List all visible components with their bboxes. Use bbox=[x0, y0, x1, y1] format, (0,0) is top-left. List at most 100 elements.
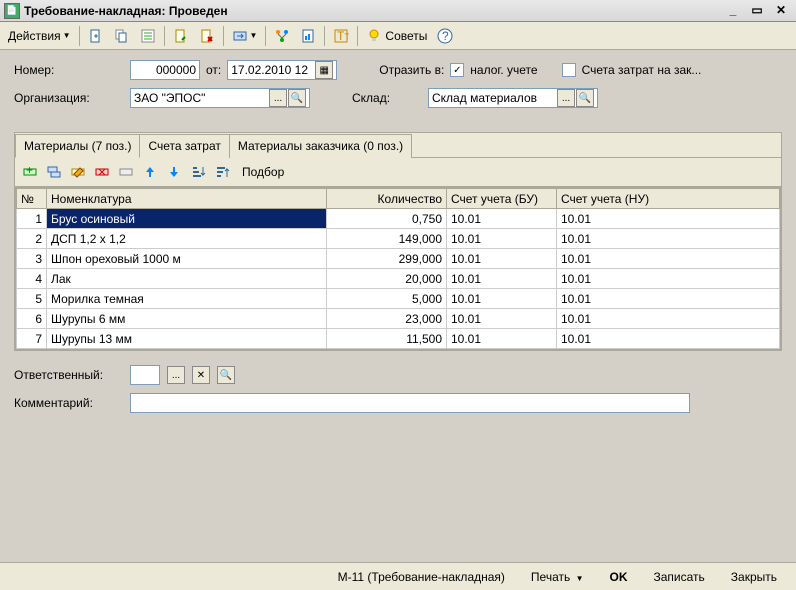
close-button[interactable]: Закрыть bbox=[720, 566, 788, 588]
col-account-nu[interactable]: Счет учета (НУ) bbox=[557, 189, 780, 209]
toolbar-movements-icon[interactable]: ▼ bbox=[228, 25, 262, 47]
print-button[interactable]: Печать ▼ bbox=[520, 566, 595, 588]
move-up-icon[interactable] bbox=[139, 161, 161, 183]
add-row-icon[interactable]: + bbox=[19, 161, 41, 183]
move-down-icon[interactable] bbox=[163, 161, 185, 183]
cell-num[interactable]: 3 bbox=[17, 249, 47, 269]
toolbar-structure-icon[interactable] bbox=[270, 25, 294, 47]
close-button[interactable]: ✕ bbox=[770, 3, 792, 19]
responsible-input[interactable] bbox=[130, 365, 160, 385]
cell-num[interactable]: 1 bbox=[17, 209, 47, 229]
toolbar-new-icon[interactable] bbox=[84, 25, 108, 47]
cell-quantity[interactable]: 0,750 bbox=[327, 209, 447, 229]
ok-button[interactable]: OK bbox=[599, 566, 639, 588]
toolbar-tips-button[interactable]: Советы bbox=[362, 25, 431, 47]
delete-row-icon[interactable] bbox=[91, 161, 113, 183]
podbor-button[interactable]: Подбор bbox=[235, 161, 291, 183]
sort-desc-icon[interactable] bbox=[211, 161, 233, 183]
cell-num[interactable]: 2 bbox=[17, 229, 47, 249]
cell-quantity[interactable]: 149,000 bbox=[327, 229, 447, 249]
edit-row-icon[interactable] bbox=[67, 161, 89, 183]
date-input[interactable]: 17.02.2010 12 ▦ bbox=[227, 60, 337, 80]
m11-button[interactable]: М-11 (Требование-накладная) bbox=[327, 566, 516, 588]
cell-nu[interactable]: 10.01 bbox=[557, 209, 780, 229]
toolbar-post-icon[interactable] bbox=[169, 25, 193, 47]
zatrat-checkbox[interactable] bbox=[562, 63, 576, 77]
cell-bu[interactable]: 10.01 bbox=[447, 309, 557, 329]
save-button[interactable]: Записать bbox=[643, 566, 716, 588]
cell-nu[interactable]: 10.01 bbox=[557, 329, 780, 349]
toolbar-list-icon[interactable] bbox=[136, 25, 160, 47]
cell-bu[interactable]: 10.01 bbox=[447, 249, 557, 269]
search-icon[interactable]: 🔍 bbox=[288, 89, 306, 107]
col-quantity[interactable]: Количество bbox=[327, 189, 447, 209]
finish-edit-icon[interactable] bbox=[115, 161, 137, 183]
cell-bu[interactable]: 10.01 bbox=[447, 289, 557, 309]
cell-num[interactable]: 4 bbox=[17, 269, 47, 289]
col-nomenclature[interactable]: Номенклатура bbox=[47, 189, 327, 209]
cell-nomenclature[interactable]: ДСП 1,2 x 1,2 bbox=[47, 229, 327, 249]
number-input[interactable] bbox=[130, 60, 200, 80]
cell-bu[interactable]: 10.01 bbox=[447, 329, 557, 349]
copy-row-icon[interactable] bbox=[43, 161, 65, 183]
select-icon[interactable]: ... bbox=[557, 89, 575, 107]
cell-nomenclature[interactable]: Шурупы 6 мм bbox=[47, 309, 327, 329]
org-input[interactable]: ЗАО "ЭПОС" ... 🔍 bbox=[130, 88, 310, 108]
col-num[interactable]: № bbox=[17, 189, 47, 209]
table-row[interactable]: 2ДСП 1,2 x 1,2149,00010.0110.01 bbox=[17, 229, 780, 249]
cell-nu[interactable]: 10.01 bbox=[557, 229, 780, 249]
toolbar-template-icon[interactable]: Tт bbox=[329, 25, 353, 47]
maximize-button[interactable]: ▭ bbox=[746, 3, 768, 19]
cell-quantity[interactable]: 11,500 bbox=[327, 329, 447, 349]
select-icon[interactable]: ... bbox=[167, 366, 185, 384]
cell-bu[interactable]: 10.01 bbox=[447, 269, 557, 289]
search-icon[interactable]: 🔍 bbox=[217, 366, 235, 384]
search-icon[interactable]: 🔍 bbox=[576, 89, 594, 107]
select-icon[interactable]: ... bbox=[269, 89, 287, 107]
minimize-button[interactable]: _ bbox=[722, 3, 744, 19]
toolbar-copy-icon[interactable] bbox=[110, 25, 134, 47]
cell-nomenclature[interactable]: Шпон ореховый 1000 м bbox=[47, 249, 327, 269]
col-account-bu[interactable]: Счет учета (БУ) bbox=[447, 189, 557, 209]
cell-quantity[interactable]: 23,000 bbox=[327, 309, 447, 329]
sort-asc-icon[interactable] bbox=[187, 161, 209, 183]
cell-quantity[interactable]: 299,000 bbox=[327, 249, 447, 269]
tab-customer-materials[interactable]: Материалы заказчика (0 поз.) bbox=[229, 134, 412, 158]
toolbar-unpost-icon[interactable] bbox=[195, 25, 219, 47]
cell-nomenclature[interactable]: Морилка темная bbox=[47, 289, 327, 309]
toolbar-help-icon[interactable]: ? bbox=[433, 25, 457, 47]
tab-accounts[interactable]: Счета затрат bbox=[139, 134, 229, 158]
nalog-checkbox[interactable]: ✓ bbox=[450, 63, 464, 77]
cell-num[interactable]: 7 bbox=[17, 329, 47, 349]
separator bbox=[79, 26, 80, 46]
cell-quantity[interactable]: 20,000 bbox=[327, 269, 447, 289]
cell-bu[interactable]: 10.01 bbox=[447, 209, 557, 229]
titlebar: 📄 Требование-накладная: Проведен _ ▭ ✕ bbox=[0, 0, 796, 22]
table-row[interactable]: 3Шпон ореховый 1000 м299,00010.0110.01 bbox=[17, 249, 780, 269]
cell-nu[interactable]: 10.01 bbox=[557, 309, 780, 329]
cell-nomenclature[interactable]: Брус осиновый bbox=[47, 209, 327, 229]
toolbar-report-icon[interactable] bbox=[296, 25, 320, 47]
cell-nomenclature[interactable]: Шурупы 13 мм bbox=[47, 329, 327, 349]
clear-icon[interactable]: ✕ bbox=[192, 366, 210, 384]
actions-menu-button[interactable]: Действия ▼ bbox=[4, 25, 75, 47]
date-value: 17.02.2010 12 bbox=[231, 63, 314, 77]
sklad-input[interactable]: Склад материалов ... 🔍 bbox=[428, 88, 598, 108]
cell-nu[interactable]: 10.01 bbox=[557, 269, 780, 289]
cell-num[interactable]: 5 bbox=[17, 289, 47, 309]
cell-nomenclature[interactable]: Лак bbox=[47, 269, 327, 289]
table-row[interactable]: 7Шурупы 13 мм11,50010.0110.01 bbox=[17, 329, 780, 349]
calendar-icon[interactable]: ▦ bbox=[315, 61, 333, 79]
cell-num[interactable]: 6 bbox=[17, 309, 47, 329]
svg-text:?: ? bbox=[442, 29, 449, 43]
cell-nu[interactable]: 10.01 bbox=[557, 249, 780, 269]
table-row[interactable]: 6Шурупы 6 мм23,00010.0110.01 bbox=[17, 309, 780, 329]
comment-input[interactable] bbox=[130, 393, 690, 413]
tab-materials[interactable]: Материалы (7 поз.) bbox=[15, 134, 140, 158]
table-row[interactable]: 5Морилка темная5,00010.0110.01 bbox=[17, 289, 780, 309]
table-row[interactable]: 1Брус осиновый0,75010.0110.01 bbox=[17, 209, 780, 229]
cell-nu[interactable]: 10.01 bbox=[557, 289, 780, 309]
table-row[interactable]: 4Лак20,00010.0110.01 bbox=[17, 269, 780, 289]
cell-quantity[interactable]: 5,000 bbox=[327, 289, 447, 309]
cell-bu[interactable]: 10.01 bbox=[447, 229, 557, 249]
